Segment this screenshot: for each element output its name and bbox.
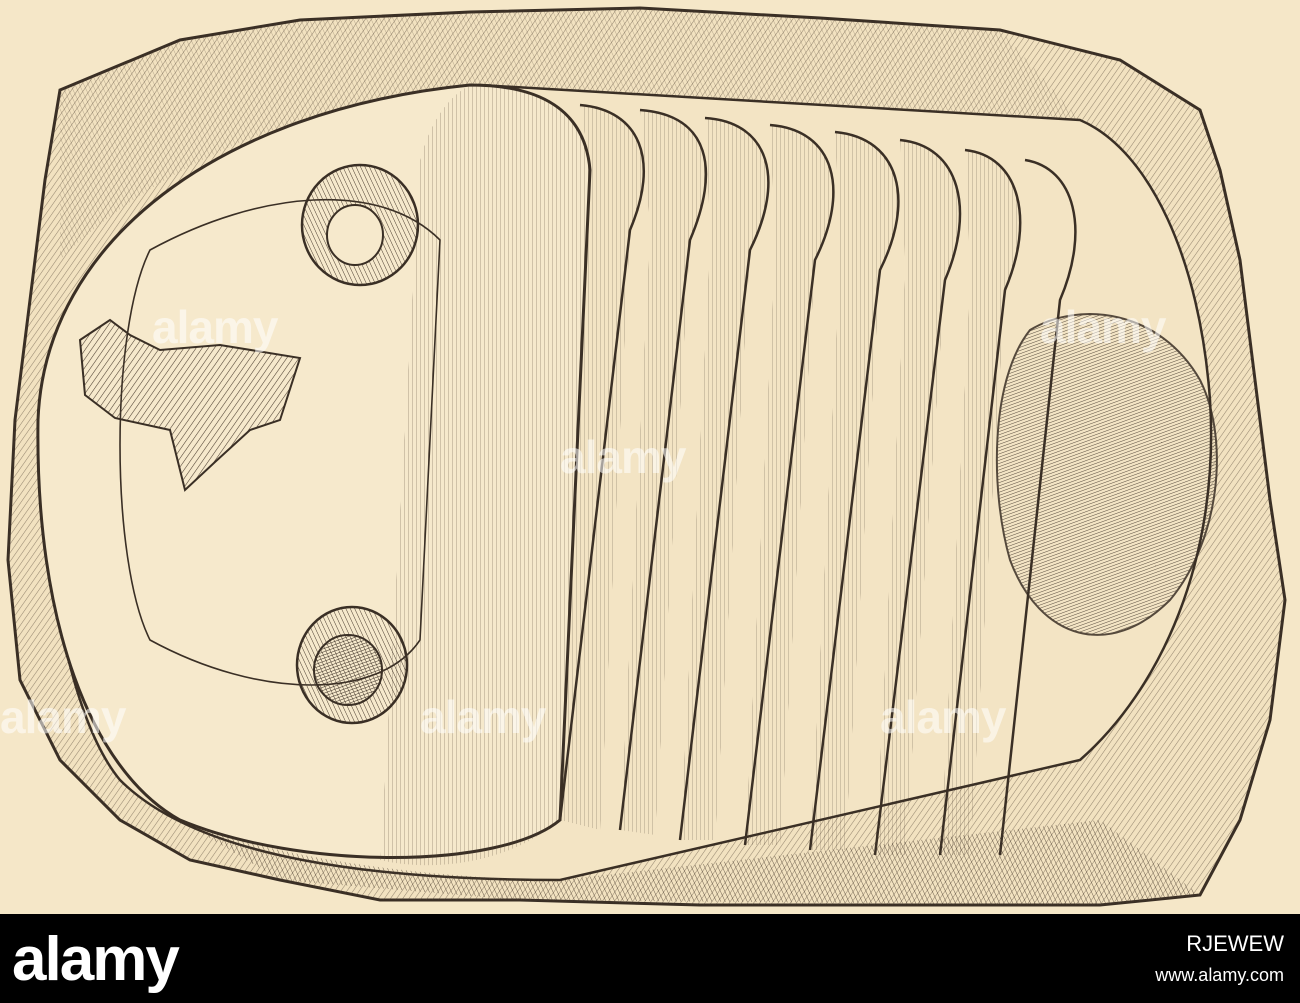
eye-upper: [300, 163, 420, 287]
watermark: alamy: [0, 691, 126, 743]
footer-bar: alamy RJEWEW www.alamy.com: [0, 914, 1300, 1003]
stock-photo-viewer: alamy alamy alamy alamy alamy alamy alam…: [0, 0, 1300, 1003]
watermark: alamy: [560, 431, 686, 483]
watermark: alamy: [152, 301, 278, 353]
footer-meta: RJEWEW www.alamy.com: [1155, 928, 1284, 990]
engraving-plate: alamy alamy alamy alamy alamy alamy: [0, 0, 1300, 914]
eye-lower: [295, 605, 409, 725]
image-id: RJEWEW: [1186, 931, 1284, 956]
brand-logo[interactable]: alamy: [12, 920, 180, 1000]
site-link[interactable]: www.alamy.com: [1155, 960, 1284, 990]
watermark: alamy: [420, 691, 546, 743]
watermark: alamy: [880, 691, 1006, 743]
watermark: alamy: [1040, 301, 1166, 353]
